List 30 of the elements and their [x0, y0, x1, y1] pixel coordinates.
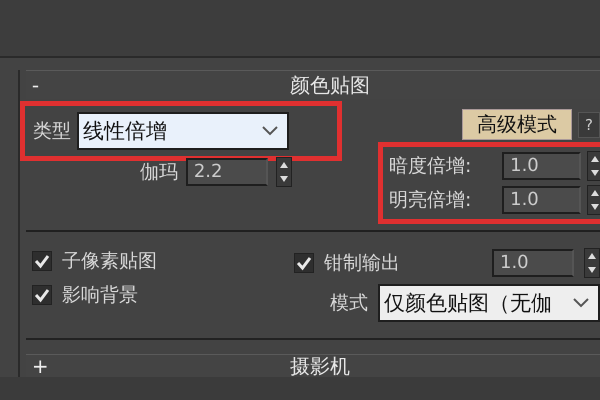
spinner-button[interactable]	[584, 248, 600, 278]
checkbox-label: 子像素贴图	[62, 249, 157, 274]
multiplier-label: 暗度倍增:	[389, 154, 472, 179]
multiplier-label: 明亮倍增:	[389, 188, 472, 213]
caret-icon	[572, 297, 590, 309]
checkbox[interactable]	[294, 253, 314, 273]
checkbox[interactable]	[32, 251, 52, 271]
dropdown[interactable]: 线性倍增	[76, 112, 289, 150]
checkbox[interactable]	[32, 285, 52, 305]
expand-toggle[interactable]: +	[26, 355, 56, 377]
mode-label: 模式	[330, 291, 368, 316]
checkbox-label: 影响背景	[62, 283, 138, 308]
caret-icon	[260, 125, 279, 137]
rollout-header[interactable]: + 摄影机	[26, 354, 600, 377]
checkbox-label: 钳制输出	[324, 251, 401, 276]
number-field[interactable]: 1.0	[502, 152, 581, 180]
spinner-button[interactable]	[587, 185, 600, 215]
rollout-title: 摄影机	[290, 355, 350, 377]
spinner-button[interactable]	[276, 157, 292, 187]
gamma-label: 伽玛	[140, 160, 178, 185]
dropdown[interactable]: 仅颜色贴图（无伽	[378, 284, 600, 322]
number-field[interactable]: 1.0	[502, 186, 581, 214]
number-field[interactable]: 2.2	[186, 158, 268, 186]
help-button[interactable]: ?	[578, 112, 600, 138]
number-field[interactable]: 1.0	[492, 249, 574, 277]
collapse-toggle[interactable]: -	[26, 73, 56, 97]
spinner-button[interactable]	[587, 151, 600, 181]
type-label: 类型	[32, 119, 71, 144]
rollout-title: 颜色贴图	[290, 72, 370, 98]
advanced-mode-button[interactable]: 高级模式	[462, 109, 572, 140]
